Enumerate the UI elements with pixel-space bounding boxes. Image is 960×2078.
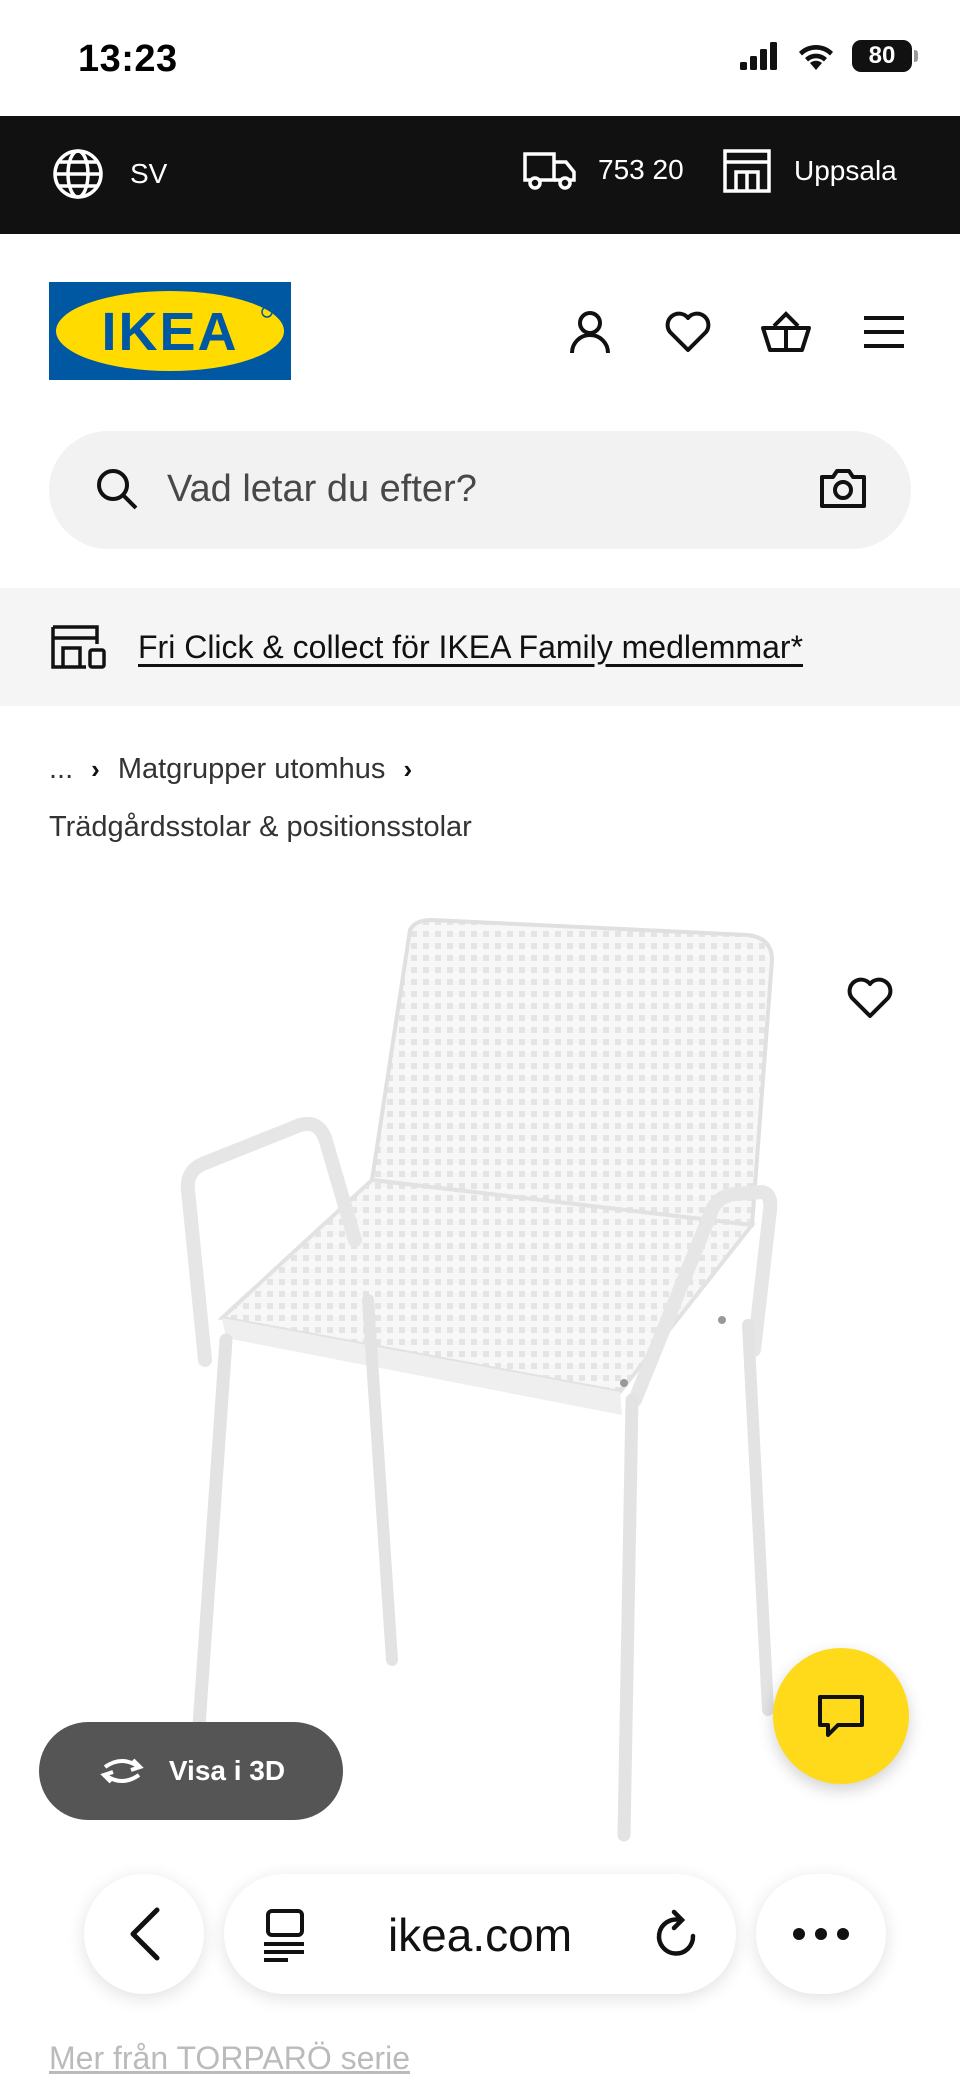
camera-search-icon[interactable]	[819, 467, 867, 509]
menu-button[interactable]	[858, 306, 910, 358]
breadcrumb: ... › Matgrupper utomhus › Trädgårdsstol…	[49, 740, 909, 856]
view-3d-button[interactable]: Visa i 3D	[39, 1722, 343, 1820]
promo-link[interactable]: Fri Click & collect för IKEA Family medl…	[138, 629, 803, 666]
ikea-logo[interactable]: IKEA	[49, 282, 291, 380]
header-actions	[564, 306, 910, 358]
breadcrumb-ellipsis[interactable]: ...	[49, 740, 73, 798]
click-collect-icon	[51, 625, 106, 669]
battery-level: 80	[868, 42, 896, 69]
search-bar	[49, 431, 911, 549]
signal-icon	[740, 42, 777, 70]
store-icon	[723, 149, 771, 193]
heart-icon	[847, 977, 893, 1018]
breadcrumb-item-matgrupper[interactable]: Matgrupper utomhus	[118, 740, 386, 798]
ikea-logo-mark: IKEA	[49, 282, 291, 380]
chevron-left-icon	[130, 1907, 160, 1961]
heart-icon	[665, 311, 711, 352]
browser-more-button[interactable]	[756, 1874, 886, 1994]
postcode-selector[interactable]: 753 20	[522, 148, 684, 192]
breadcrumb-item-tradgardsstolar[interactable]: Trädgårdsstolar & positionsstolar	[49, 798, 909, 856]
status-time: 13:23	[78, 38, 178, 80]
battery-icon: 80	[852, 40, 918, 72]
account-button[interactable]	[564, 306, 616, 358]
promo-banner: Fri Click & collect för IKEA Family medl…	[0, 588, 960, 706]
browser-toolbar: ikea.com	[0, 1860, 960, 2010]
chevron-right-icon: ›	[403, 754, 413, 784]
store-selector[interactable]: Uppsala	[722, 148, 897, 194]
chevron-right-icon: ›	[91, 754, 100, 784]
language-label: SV	[130, 158, 168, 189]
user-icon	[570, 311, 610, 354]
globe-icon	[53, 149, 103, 199]
hamburger-icon	[864, 316, 904, 348]
address-bar[interactable]: ikea.com	[224, 1874, 736, 1994]
site-header: IKEA	[0, 234, 960, 430]
more-dots-icon	[793, 1928, 849, 1940]
browser-back-button[interactable]	[84, 1874, 204, 1994]
status-bar: 13:23 80	[0, 0, 960, 116]
rotate-3d-icon	[100, 1758, 144, 1784]
cart-button[interactable]	[760, 306, 812, 358]
favorites-button[interactable]	[662, 306, 714, 358]
reload-icon[interactable]	[652, 1906, 702, 1962]
chat-icon	[818, 1695, 864, 1737]
svg-text:IKEA: IKEA	[101, 302, 238, 362]
chat-button[interactable]	[773, 1648, 909, 1784]
wifi-icon	[799, 44, 833, 70]
language-selector[interactable]: SV	[52, 148, 167, 200]
basket-icon	[761, 311, 811, 352]
search-icon[interactable]	[95, 467, 139, 511]
more-from-series-link[interactable]: Mer från TORPARÖ serie	[49, 2040, 410, 2077]
store-label: Uppsala	[794, 155, 897, 186]
view-3d-label: Visa i 3D	[168, 1755, 286, 1786]
product-favorite-button[interactable]	[840, 968, 900, 1028]
postcode-label: 753 20	[598, 154, 684, 185]
truck-icon	[523, 152, 576, 190]
search-input[interactable]	[167, 457, 807, 521]
status-icons: 80	[740, 40, 918, 72]
top-utility-bar: SV 753 20 Uppsala	[0, 116, 960, 234]
